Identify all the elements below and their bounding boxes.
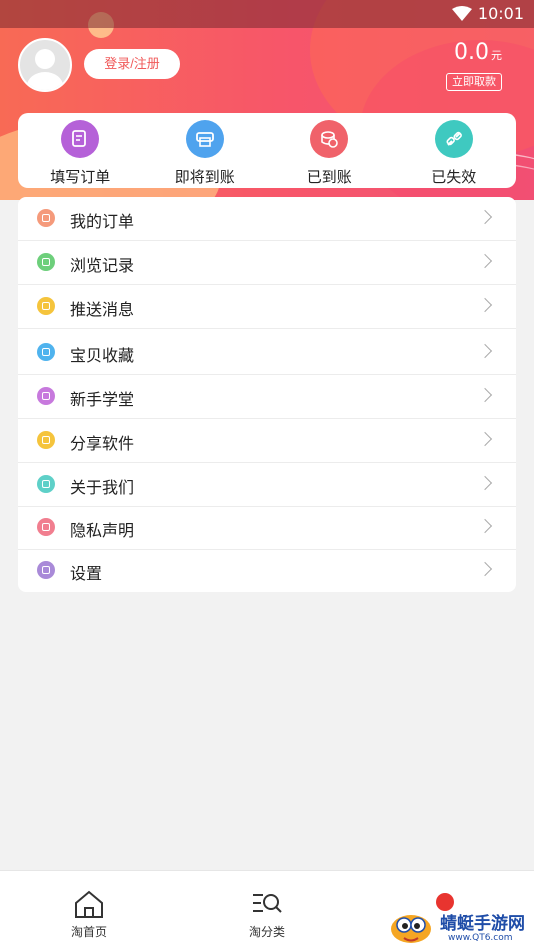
tab-label: 淘分类 bbox=[248, 925, 285, 939]
tab-home[interactable]: 淘首页 bbox=[0, 871, 178, 949]
menu-item-label: 浏览记录 bbox=[70, 256, 135, 275]
book-icon bbox=[37, 387, 55, 405]
menu-item-history[interactable]: 浏览记录 bbox=[18, 241, 516, 285]
info-icon bbox=[37, 475, 55, 493]
stat-label: 填写订单 bbox=[50, 168, 111, 186]
tab-category[interactable]: 淘分类 bbox=[178, 871, 356, 949]
menu-item-favorites[interactable]: 宝贝收藏 bbox=[18, 331, 516, 375]
order-stats-card: 填写订单 即将到账 已到账 已失效 bbox=[18, 113, 516, 188]
chevron-right-icon bbox=[477, 209, 493, 225]
home-icon bbox=[75, 890, 103, 918]
avatar[interactable] bbox=[18, 38, 72, 92]
menu-item-share-app[interactable]: 分享软件 bbox=[18, 419, 516, 463]
menu-item-my-orders[interactable]: 我的订单 bbox=[18, 197, 516, 241]
stat-label: 即将到账 bbox=[174, 168, 235, 186]
settings-menu: 我的订单 浏览记录 推送消息 宝贝收藏 新手学堂 分享软件 关于我们 隐私声明 bbox=[18, 197, 516, 592]
chevron-right-icon bbox=[477, 343, 493, 359]
menu-item-about-us[interactable]: 关于我们 bbox=[18, 463, 516, 507]
printer-icon bbox=[185, 120, 224, 158]
settings-icon bbox=[37, 561, 55, 579]
menu-item-label: 设置 bbox=[70, 564, 103, 583]
stat-label: 已到账 bbox=[306, 168, 352, 186]
chevron-right-icon bbox=[477, 431, 493, 447]
category-search-icon bbox=[253, 894, 282, 913]
status-bar: 10:01 bbox=[0, 0, 534, 28]
chevron-right-icon bbox=[477, 253, 493, 269]
withdraw-button[interactable]: 立即取款 bbox=[446, 73, 502, 91]
bell-icon bbox=[37, 297, 55, 315]
menu-item-label: 新手学堂 bbox=[70, 390, 135, 409]
menu-item-label: 宝贝收藏 bbox=[70, 346, 135, 365]
stat-expired[interactable]: 已失效 bbox=[392, 113, 517, 188]
chevron-right-icon bbox=[477, 387, 493, 403]
login-register-button[interactable]: 登录/注册 bbox=[84, 49, 180, 79]
watermark-url: www.QT6.com bbox=[448, 933, 513, 943]
menu-item-label: 关于我们 bbox=[70, 478, 135, 497]
menu-item-push-messages[interactable]: 推送消息 bbox=[18, 285, 516, 329]
chevron-right-icon bbox=[477, 518, 493, 534]
broken-link-icon bbox=[434, 120, 473, 158]
stat-pending[interactable]: 即将到账 bbox=[143, 113, 268, 188]
balance-value: 0.0 元 bbox=[454, 40, 502, 65]
menu-item-settings[interactable]: 设置 bbox=[18, 549, 516, 593]
status-time: 10:01 bbox=[477, 4, 524, 23]
balance-unit: 元 bbox=[491, 49, 502, 62]
dragonfly-mascot-icon bbox=[391, 915, 431, 943]
coins-icon bbox=[310, 120, 349, 158]
menu-item-label: 我的订单 bbox=[70, 212, 135, 231]
menu-item-beginner-school[interactable]: 新手学堂 bbox=[18, 375, 516, 419]
watermark: 蜻蜓手游网 www.QT6.com bbox=[388, 903, 534, 949]
lock-icon bbox=[37, 518, 55, 536]
stat-fill-order[interactable]: 填写订单 bbox=[18, 113, 143, 188]
watermark-text: 蜻蜓手游网 bbox=[440, 914, 525, 934]
chevron-right-icon bbox=[477, 475, 493, 491]
order-icon bbox=[37, 209, 55, 227]
stat-label: 已失效 bbox=[431, 168, 477, 186]
wifi-icon bbox=[452, 6, 472, 21]
history-icon bbox=[37, 253, 55, 271]
chevron-right-icon bbox=[477, 297, 493, 313]
menu-item-privacy[interactable]: 隐私声明 bbox=[18, 506, 516, 550]
edit-document-icon bbox=[61, 120, 100, 158]
tab-label: 淘首页 bbox=[70, 925, 107, 939]
menu-item-label: 隐私声明 bbox=[70, 521, 135, 540]
menu-item-label: 分享软件 bbox=[70, 434, 135, 453]
chevron-right-icon bbox=[477, 561, 493, 577]
default-avatar-icon bbox=[27, 49, 63, 90]
heart-icon bbox=[37, 343, 55, 361]
stat-received[interactable]: 已到账 bbox=[267, 113, 392, 188]
share-icon bbox=[37, 431, 55, 449]
menu-item-label: 推送消息 bbox=[70, 300, 135, 319]
